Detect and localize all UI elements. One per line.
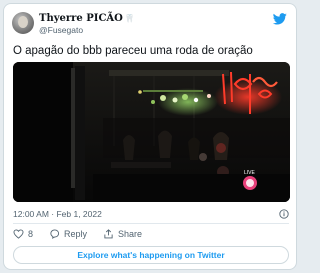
user-handle[interactable]: @Fusegato (39, 25, 83, 35)
info-icon[interactable] (279, 209, 289, 219)
dark-room-scene: LIVE (13, 62, 290, 202)
avatar[interactable] (12, 12, 34, 34)
author-name-row[interactable]: Thyerre PICÃO 🦷 (39, 13, 135, 24)
like-button[interactable]: 8 (13, 229, 33, 239)
share-label: Share (118, 229, 143, 239)
reply-label: Reply (64, 229, 88, 239)
share-button[interactable]: Share (103, 229, 142, 239)
reply-button[interactable]: Reply (49, 229, 87, 239)
tweet-meta: 12:00 AM · Feb 1, 2022 (13, 209, 289, 219)
display-name[interactable]: Thyerre PICÃO (39, 13, 123, 24)
action-bar: 8 Reply Share (13, 229, 158, 239)
tweet-text: O apagão do bbb pareceu uma roda de oraç… (13, 45, 253, 57)
share-icon (104, 229, 113, 239)
timestamp[interactable]: 12:00 AM · Feb 1, 2022 (13, 209, 102, 219)
live-badge-text: LIVE (244, 170, 256, 176)
heart-icon (13, 229, 24, 239)
tweet-media-image[interactable]: LIVE (13, 62, 290, 202)
speech-bubble-icon (50, 229, 60, 239)
tweet-card[interactable]: Thyerre PICÃO 🦷 @Fusegato O apagão do bb… (3, 3, 297, 270)
twitter-bird-icon[interactable] (273, 13, 287, 25)
emoji-badge-icon: 🦷 (124, 14, 135, 23)
like-count: 8 (28, 229, 34, 239)
divider (13, 223, 289, 224)
explore-twitter-button[interactable]: Explore what's happening on Twitter (13, 246, 289, 264)
